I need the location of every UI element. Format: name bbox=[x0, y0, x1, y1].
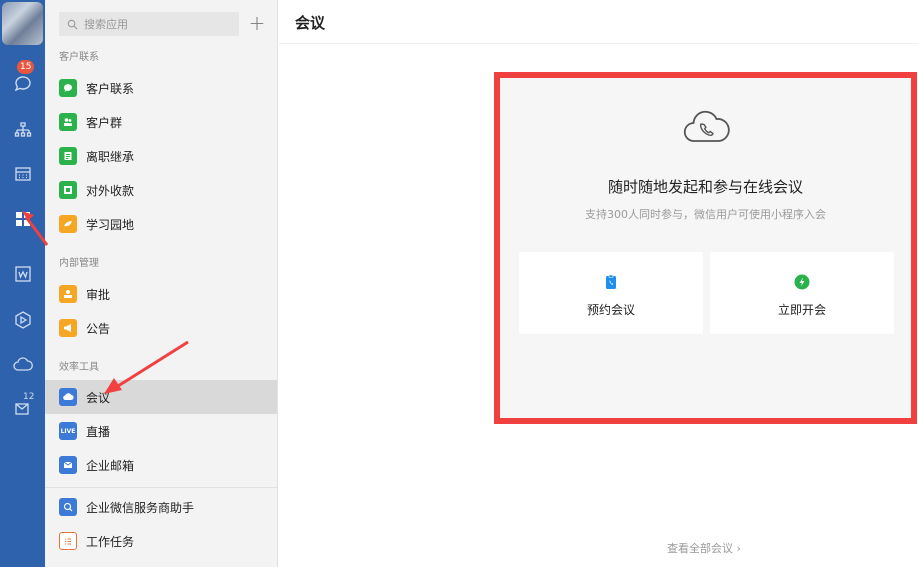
sidebar-item-learning[interactable]: 学习园地 bbox=[45, 207, 277, 241]
avatar[interactable] bbox=[2, 2, 43, 45]
rail-workbench[interactable] bbox=[0, 201, 45, 237]
sidebar-item-approval[interactable]: 审批 bbox=[45, 277, 277, 311]
cloud-phone-icon bbox=[12, 357, 33, 371]
search-icon bbox=[67, 19, 78, 29]
search-box[interactable] bbox=[59, 12, 239, 36]
assistant-chat-icon bbox=[59, 498, 77, 516]
sidebar-item-label: 客户群 bbox=[86, 115, 123, 130]
megaphone-icon bbox=[59, 319, 77, 337]
live-icon: LIVE bbox=[59, 422, 77, 440]
approval-icon bbox=[59, 285, 77, 303]
sidebar-item-provider-assistant[interactable]: 企业微信服务商助手 bbox=[45, 490, 277, 524]
sidebar-item-label: 企业邮箱 bbox=[86, 458, 135, 473]
sidebar-item-customer-contact[interactable]: 客户联系 bbox=[45, 71, 277, 105]
rail-messages[interactable]: 15 bbox=[0, 60, 45, 102]
sidebar-item-customer-group[interactable]: 客户群 bbox=[45, 105, 277, 139]
payment-icon bbox=[59, 181, 77, 199]
org-chart-icon bbox=[14, 122, 31, 137]
envelope-icon bbox=[59, 456, 77, 474]
app-sidebar: + 客户联系 客户联系 客户群 离职继承 对外收款 学习园地 内部管理 bbox=[45, 0, 278, 567]
calendar-icon bbox=[14, 167, 31, 181]
learning-icon bbox=[59, 215, 77, 233]
hexagon-play-icon bbox=[14, 311, 31, 329]
sidebar-item-label: 直播 bbox=[86, 424, 111, 439]
sidebar-item-live[interactable]: LIVE 直播 bbox=[45, 414, 277, 448]
unread-badge: 15 bbox=[17, 60, 35, 74]
sidebar-item-payment[interactable]: 对外收款 bbox=[45, 173, 277, 207]
customer-contact-icon bbox=[59, 79, 77, 97]
main-content: 会议 随时随地发起和参与在线会议 支持300人同时参与，微信用户可使用小程序入会… bbox=[279, 0, 918, 567]
view-all-meetings-link[interactable]: 查看全部会议 › bbox=[667, 540, 741, 556]
grid-apps-icon bbox=[15, 212, 30, 226]
rail-mail[interactable]: 12 bbox=[0, 390, 45, 426]
rail-meeting[interactable] bbox=[0, 347, 45, 383]
sidebar-item-label: 会议 bbox=[86, 390, 111, 405]
annotation-highlight-box bbox=[494, 72, 917, 424]
page-title: 会议 bbox=[295, 14, 326, 32]
group-label-customer: 客户联系 bbox=[59, 52, 99, 63]
sidebar-item-tasks[interactable]: 工作任务 bbox=[45, 524, 277, 558]
sidebar-item-label: 学习园地 bbox=[86, 217, 135, 232]
sidebar-item-resign-inherit[interactable]: 离职继承 bbox=[45, 139, 277, 173]
sidebar-item-label: 客户联系 bbox=[86, 81, 135, 96]
meeting-cloud-icon bbox=[59, 388, 77, 406]
sidebar-item-label: 审批 bbox=[86, 287, 111, 302]
document-w-icon bbox=[14, 266, 31, 282]
group-label-efficiency: 效率工具 bbox=[59, 362, 99, 373]
sidebar-item-announcement[interactable]: 公告 bbox=[45, 311, 277, 345]
sidebar-item-label: 企业微信服务商助手 bbox=[86, 500, 195, 515]
rail-drive[interactable] bbox=[0, 302, 45, 338]
sidebar-item-mail[interactable]: 企业邮箱 bbox=[45, 448, 277, 482]
chat-bubble-icon bbox=[14, 76, 31, 92]
header-divider bbox=[279, 43, 918, 44]
rail-docs[interactable] bbox=[0, 256, 45, 292]
transfer-doc-icon bbox=[59, 147, 77, 165]
search-input[interactable] bbox=[84, 17, 224, 31]
add-app-button[interactable]: + bbox=[245, 12, 269, 36]
sidebar-item-label: 公告 bbox=[86, 321, 111, 336]
customer-group-icon bbox=[59, 113, 77, 131]
sidebar-item-label: 对外收款 bbox=[86, 183, 135, 198]
task-list-icon bbox=[59, 532, 77, 550]
sidebar-item-meeting[interactable]: 会议 bbox=[45, 380, 277, 414]
rail-contacts[interactable] bbox=[0, 112, 45, 148]
sidebar-divider bbox=[45, 487, 277, 488]
rail-calendar[interactable] bbox=[0, 156, 45, 192]
sidebar-item-label: 离职继承 bbox=[86, 149, 135, 164]
left-rail: 15 12 bbox=[0, 0, 45, 567]
sidebar-item-label: 工作任务 bbox=[86, 534, 135, 549]
mail-count: 12 bbox=[23, 392, 35, 402]
group-label-internal: 内部管理 bbox=[59, 258, 99, 269]
